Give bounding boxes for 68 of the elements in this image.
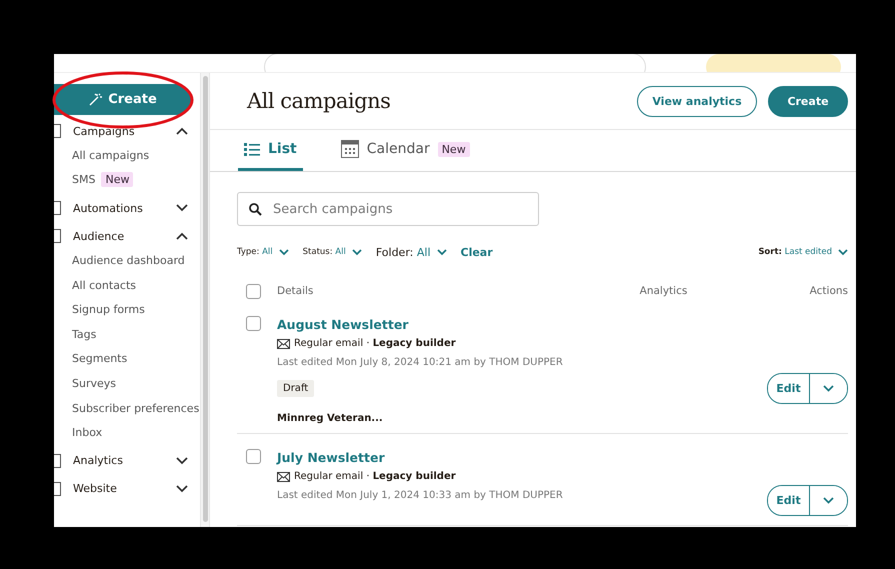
nav-icon bbox=[54, 201, 61, 216]
column-header: Actions bbox=[810, 285, 848, 297]
search-icon bbox=[249, 203, 262, 216]
tab[interactable]: Calendar New bbox=[334, 130, 476, 171]
last-edited-text: Last edited Mon July 8, 2024 10:21 am by THOM DUPPER bbox=[277, 357, 564, 368]
filter-dropdown[interactable]: Folder: All bbox=[376, 246, 446, 258]
column-header: Analytics bbox=[640, 285, 688, 297]
edit-button[interactable]: Edit bbox=[768, 374, 810, 402]
filter-dropdown[interactable]: Type: All bbox=[237, 247, 289, 257]
audience-name: Minnreg Veteran... bbox=[277, 413, 384, 424]
envelope-icon bbox=[277, 472, 290, 482]
nav-section[interactable]: Analytics bbox=[73, 454, 176, 468]
nav-item[interactable]: Segments bbox=[72, 352, 128, 366]
create-button[interactable]: Create bbox=[768, 86, 848, 116]
filter-dropdown[interactable]: Status: All bbox=[302, 247, 362, 257]
last-edited-text: Last edited Mon July 1, 2024 10:33 am by THOM DUPPER bbox=[277, 490, 564, 501]
nav-icon bbox=[54, 124, 61, 138]
chevron-up-icon bbox=[176, 232, 188, 240]
create-button[interactable]: Create bbox=[54, 84, 192, 115]
nav-section[interactable]: Website bbox=[73, 482, 176, 496]
campaign-type: Regular email · Legacy builder bbox=[294, 471, 456, 482]
nav-item[interactable]: All contacts bbox=[72, 278, 136, 292]
new-badge: New bbox=[438, 142, 470, 156]
search-field[interactable]: Search campaigns bbox=[237, 192, 539, 226]
column-header: Details bbox=[277, 285, 314, 297]
calendar-icon bbox=[340, 140, 359, 158]
nav-section[interactable]: Campaigns bbox=[73, 124, 176, 138]
magic-wand-icon bbox=[89, 93, 102, 106]
chevron-down-icon bbox=[278, 248, 289, 256]
clear-link[interactable]: Clear bbox=[460, 246, 493, 258]
row-checkbox[interactable] bbox=[246, 449, 261, 464]
nav-section[interactable]: Audience bbox=[73, 230, 176, 243]
nav-item[interactable]: Audience dashboard bbox=[72, 254, 185, 267]
nav-item[interactable]: Subscriber preferences bbox=[72, 402, 200, 415]
chevron-down-icon bbox=[176, 204, 188, 212]
nav-item[interactable]: All campaigns bbox=[72, 148, 150, 162]
view-analytics-button[interactable]: View analytics bbox=[637, 86, 757, 116]
sort-dropdown[interactable]: Sort: Last edited bbox=[758, 247, 848, 257]
scrollbar-thumb[interactable] bbox=[202, 76, 208, 522]
select-all-checkbox[interactable] bbox=[246, 284, 261, 298]
list-icon bbox=[244, 142, 260, 156]
chevron-down-icon bbox=[436, 248, 446, 256]
new-badge: New bbox=[101, 172, 134, 188]
campaign-title-link[interactable]: August Newsletter bbox=[277, 316, 767, 334]
chevron-down-icon bbox=[176, 456, 188, 465]
chevron-down-icon bbox=[352, 248, 362, 256]
nav-section[interactable]: Automations bbox=[73, 202, 176, 215]
row-checkbox[interactable] bbox=[246, 316, 261, 331]
nav-icon bbox=[54, 482, 61, 496]
status-badge: Draft bbox=[277, 380, 314, 397]
nav-icon bbox=[54, 229, 61, 244]
page-title: All campaigns bbox=[247, 89, 392, 113]
chevron-down-icon bbox=[176, 484, 188, 493]
tab[interactable]: List bbox=[238, 130, 303, 171]
chevron-down-icon bbox=[838, 248, 848, 256]
chevron-down-icon bbox=[823, 497, 834, 504]
campaign-title-link[interactable]: July Newsletter bbox=[277, 449, 767, 467]
edit-button[interactable]: Edit bbox=[768, 486, 810, 515]
nav-icon bbox=[54, 454, 61, 468]
nav-item[interactable]: Tags bbox=[72, 328, 96, 341]
nav-item[interactable]: Surveys bbox=[72, 376, 116, 390]
nav-item[interactable]: Signup forms bbox=[72, 303, 145, 316]
envelope-icon bbox=[277, 338, 290, 348]
campaign-type: Regular email · Legacy builder bbox=[294, 338, 456, 349]
nav-item[interactable]: Inbox bbox=[72, 426, 102, 440]
chevron-up-icon bbox=[176, 127, 188, 135]
nav-item[interactable]: SMS bbox=[72, 173, 96, 186]
chevron-down-icon bbox=[823, 384, 834, 392]
